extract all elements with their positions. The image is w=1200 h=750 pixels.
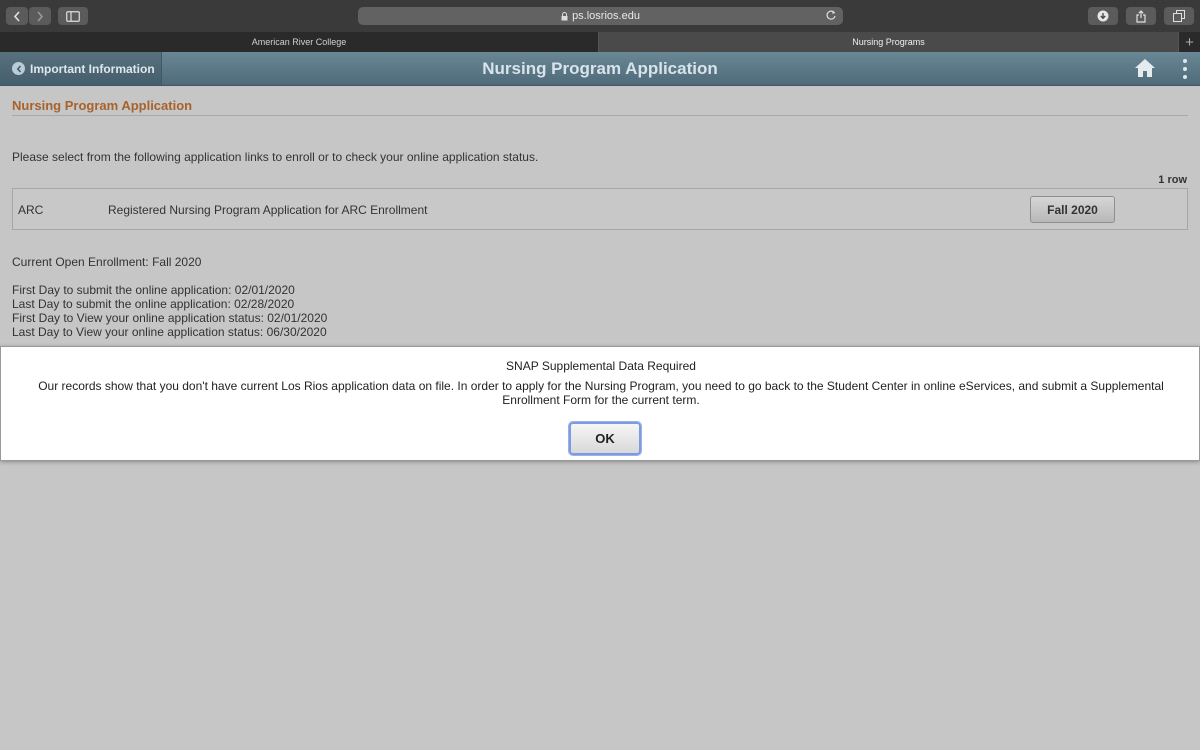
chevron-left-icon xyxy=(13,10,20,22)
back-circle-icon xyxy=(12,62,25,75)
row-count: 1 row xyxy=(1158,174,1187,186)
browser-tab[interactable]: American River College xyxy=(0,32,599,52)
sidebar-icon xyxy=(66,10,80,22)
ok-button[interactable]: OK xyxy=(569,422,641,455)
address-bar[interactable]: ps.losrios.edu xyxy=(358,7,843,25)
app-banner: Nursing Program Application Important In… xyxy=(0,52,1200,86)
banner-title: Nursing Program Application xyxy=(482,59,718,78)
college-code: ARC xyxy=(18,203,44,217)
page-title: Nursing Program Application xyxy=(12,98,193,113)
current-enrollment: Current Open Enrollment: Fall 2020 xyxy=(12,255,202,269)
show-tabs-button[interactable] xyxy=(1164,7,1194,25)
application-description: Registered Nursing Program Application f… xyxy=(108,203,428,217)
list-item: First Day to View your online applicatio… xyxy=(12,311,328,325)
home-icon[interactable] xyxy=(1134,58,1156,83)
list-item: Last Day to submit the online applicatio… xyxy=(12,297,295,311)
deadline-list: First Day to submit the online applicati… xyxy=(12,283,327,339)
share-button[interactable] xyxy=(1126,7,1156,25)
new-tab-button[interactable]: + xyxy=(1178,32,1200,52)
download-icon xyxy=(1097,10,1109,22)
downloads-button[interactable] xyxy=(1088,7,1118,25)
browser-back-button[interactable] xyxy=(6,7,28,25)
reload-icon[interactable] xyxy=(825,9,837,24)
back-button[interactable]: Important Information xyxy=(0,52,162,85)
more-vertical-icon[interactable] xyxy=(1180,58,1190,80)
url-text: ps.losrios.edu xyxy=(572,10,640,22)
browser-toolbar: ps.losrios.edu xyxy=(0,0,1200,32)
dialog-message: Our records show that you don't have cur… xyxy=(38,379,1164,407)
chevron-right-icon xyxy=(37,10,44,22)
browser-tab-bar: American River College Nursing Programs … xyxy=(0,32,1200,52)
instructions-text: Please select from the following applica… xyxy=(12,150,539,164)
browser-forward-button[interactable] xyxy=(29,7,51,25)
back-button-label: Important Information xyxy=(30,61,155,76)
fall-2020-button[interactable]: Fall 2020 xyxy=(1030,196,1115,223)
list-item: Last Day to View your online application… xyxy=(12,325,327,339)
share-icon xyxy=(1136,9,1146,23)
list-item: First Day to submit the online applicati… xyxy=(12,283,295,297)
dialog-title: SNAP Supplemental Data Required xyxy=(506,359,696,373)
tabs-icon xyxy=(1173,10,1185,22)
alert-dialog: SNAP Supplemental Data Required Our reco… xyxy=(0,346,1200,461)
sidebar-toggle-button[interactable] xyxy=(58,7,88,25)
heading-divider xyxy=(12,115,1188,116)
application-grid: ARC Registered Nursing Program Applicati… xyxy=(12,188,1188,230)
lock-icon xyxy=(561,11,568,21)
browser-tab-active[interactable]: Nursing Programs xyxy=(599,32,1178,52)
